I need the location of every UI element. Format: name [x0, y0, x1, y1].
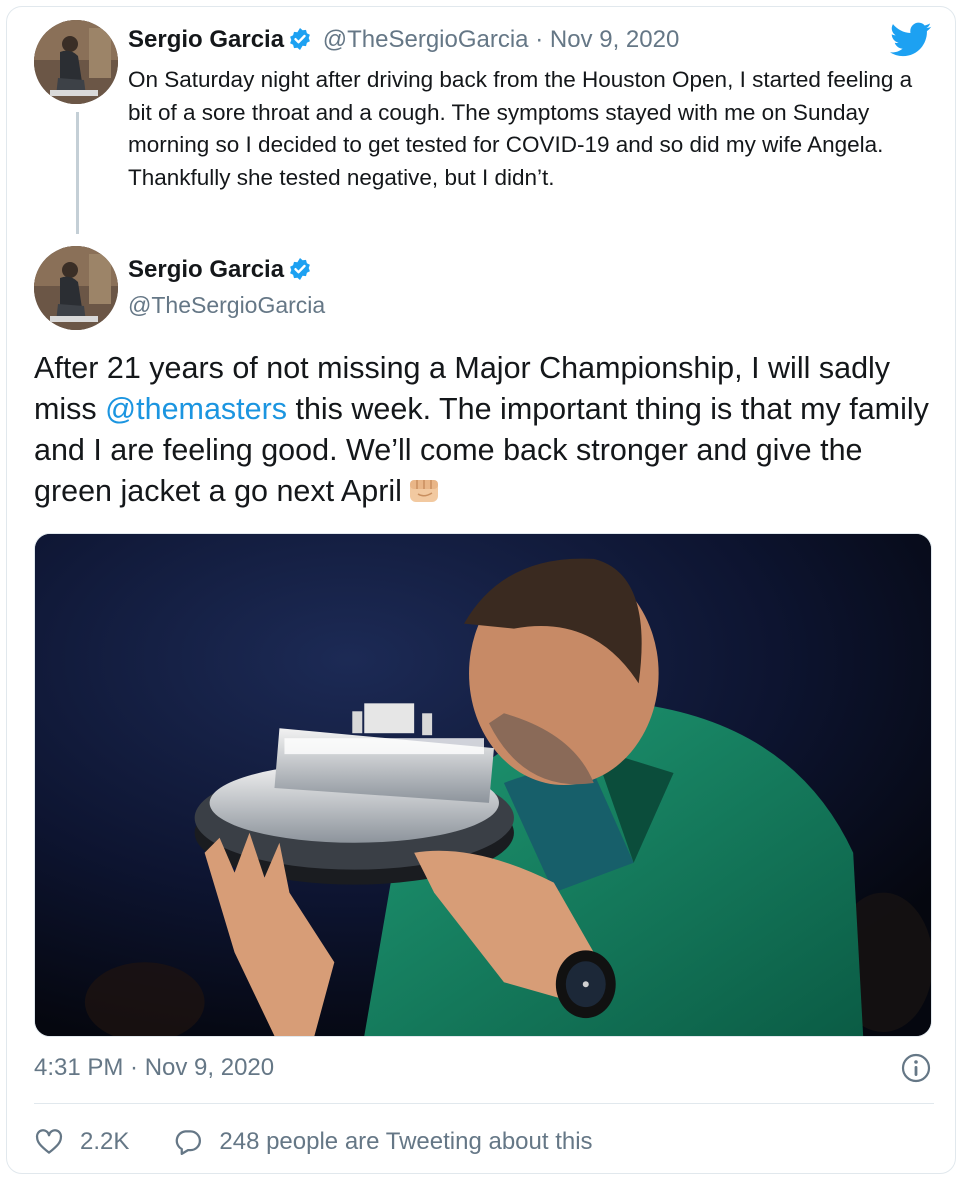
- info-icon[interactable]: [900, 1052, 932, 1084]
- heart-icon: [35, 1129, 63, 1154]
- reply-author-name[interactable]: Sergio Garcia: [128, 26, 284, 53]
- oncoming-fist-emoji: [409, 480, 438, 502]
- main-tweet-text: After 21 years of not missing a Major Ch…: [34, 348, 934, 512]
- tweet-timestamp[interactable]: 4:31 PM · Nov 9, 2020: [34, 1054, 274, 1082]
- tweet-photo[interactable]: [34, 533, 932, 1037]
- main-author-handle[interactable]: @TheSergioGarcia: [128, 292, 325, 319]
- mention-link[interactable]: @themasters: [105, 392, 287, 426]
- reply-avatar[interactable]: [34, 20, 118, 104]
- reply-tweet-text: On Saturday night after driving back fro…: [128, 67, 913, 190]
- reply-author-handle[interactable]: @TheSergioGarcia: [323, 26, 529, 53]
- tweet-actions: 2.2K 248 people are Tweeting about this: [34, 1122, 593, 1162]
- twitter-bird-icon[interactable]: [890, 22, 932, 58]
- footer-divider: [34, 1103, 934, 1104]
- reply-tweet-date[interactable]: Nov 9, 2020: [550, 26, 679, 53]
- main-author-name[interactable]: Sergio Garcia: [128, 256, 284, 283]
- like-count: 2.2K: [80, 1128, 130, 1155]
- reply-tweet-header: Sergio Garcia @TheSergioGarcia · Nov 9, …: [128, 26, 679, 54]
- verified-badge-icon: [290, 258, 310, 280]
- thread-connector-line: [76, 112, 79, 234]
- verified-badge-icon: [290, 28, 310, 50]
- conversation-text: 248 people are Tweeting about this: [219, 1128, 593, 1155]
- main-author-name-row: Sergio Garcia: [128, 256, 316, 284]
- header-separator: ·: [535, 26, 544, 53]
- conversation-button[interactable]: 248 people are Tweeting about this: [173, 1127, 593, 1157]
- like-button[interactable]: 2.2K: [34, 1127, 129, 1157]
- main-avatar[interactable]: [34, 246, 118, 330]
- speech-bubble-icon: [176, 1130, 202, 1155]
